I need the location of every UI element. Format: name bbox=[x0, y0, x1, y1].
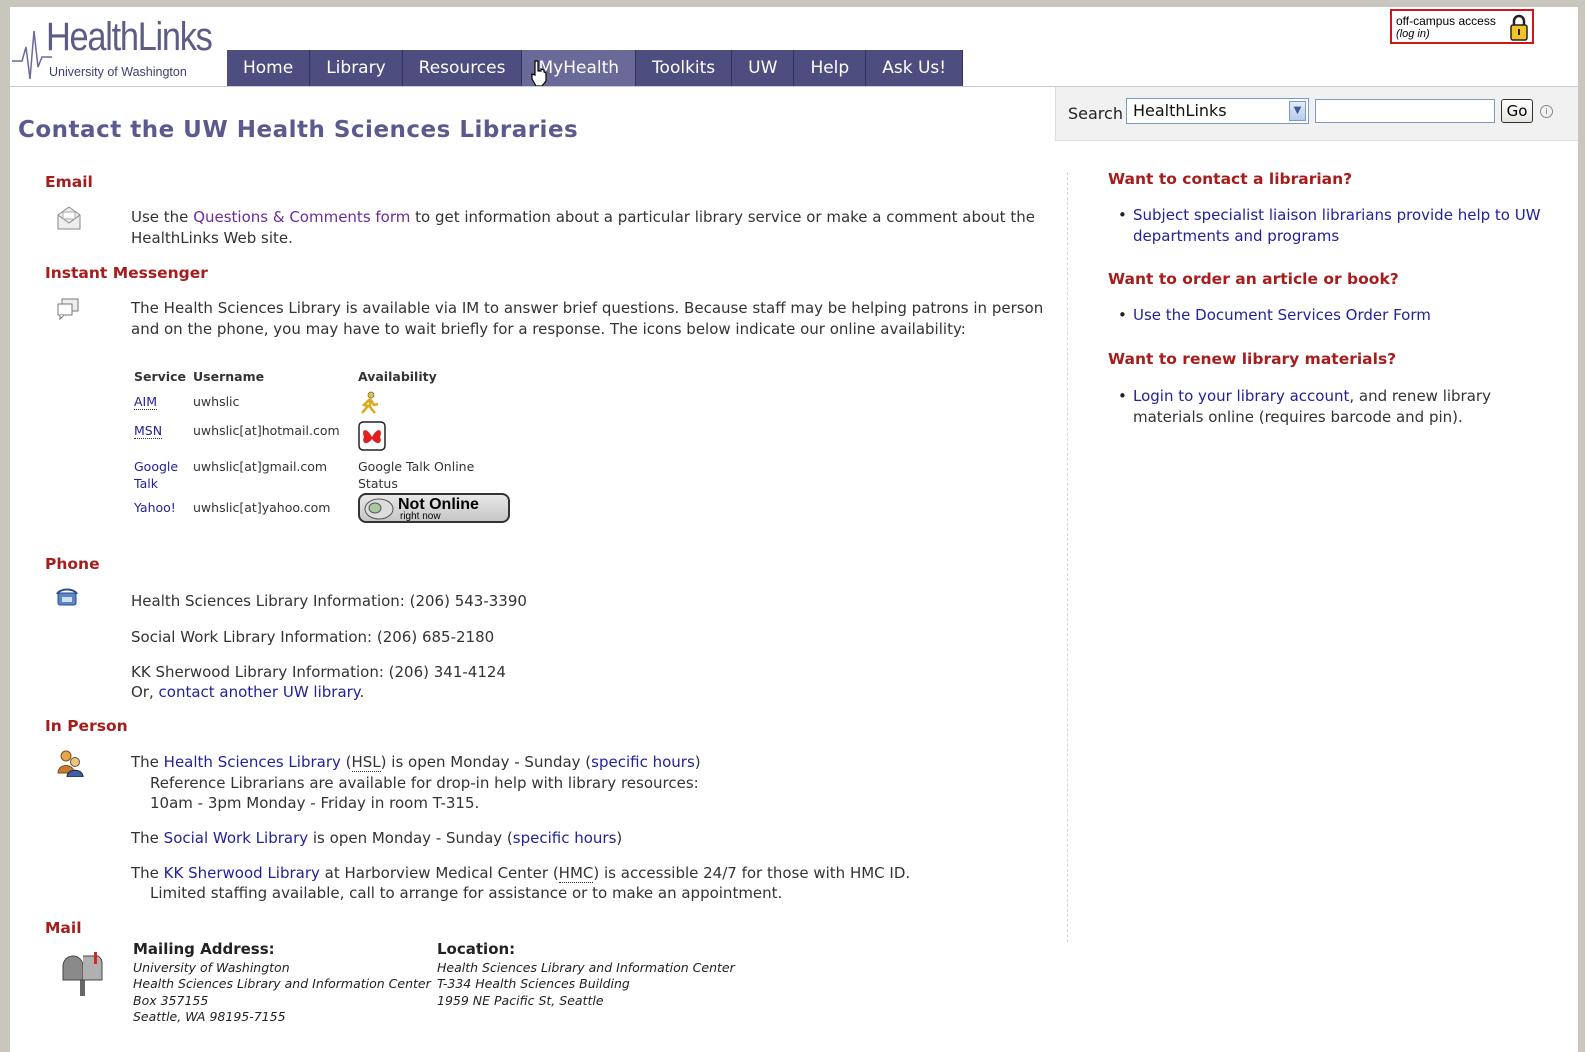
mailing-address-heading: Mailing Address: bbox=[133, 940, 275, 958]
nav-ask-us[interactable]: Ask Us! bbox=[866, 50, 964, 87]
liaison-librarians-link[interactable]: Subject specialist liaison librarians pr… bbox=[1133, 206, 1541, 245]
healthlinks-logo[interactable]: HealthLinks University of Washington bbox=[12, 15, 213, 81]
google-talk-status: Google Talk Online Status bbox=[358, 459, 475, 491]
contact-another-uw-library-link[interactable]: contact another UW library bbox=[159, 683, 360, 701]
people-icon bbox=[57, 750, 84, 777]
im-username-aim: uwhslic bbox=[193, 394, 240, 409]
off-campus-access-button[interactable]: off-campus access (log in) bbox=[1390, 9, 1534, 44]
social-work-specific-hours-link[interactable]: specific hours bbox=[513, 829, 617, 847]
im-username-msn: uwhslic[at]hotmail.com bbox=[193, 423, 340, 438]
im-service-msn-link[interactable]: MSN bbox=[134, 423, 163, 439]
table-row: AIM bbox=[134, 394, 158, 410]
off-campus-login: (log in) bbox=[1396, 28, 1430, 40]
yahoo-status-badge[interactable]: Not Online right now bbox=[358, 493, 510, 523]
chat-bubbles-icon bbox=[57, 298, 79, 321]
search-scope-select[interactable]: HealthLinks ▼ bbox=[1126, 98, 1309, 124]
in-person-social-work: The Social Work Library is open Monday -… bbox=[131, 829, 623, 847]
im-heading: Instant Messenger bbox=[45, 264, 208, 282]
phone-other-libraries: Or, contact another UW library. bbox=[131, 683, 365, 701]
phone-heading: Phone bbox=[45, 555, 100, 573]
document-services-order-form-link[interactable]: Use the Document Services Order Form bbox=[1133, 306, 1431, 324]
in-person-hsl: The Health Sciences Library (HSL) is ope… bbox=[131, 753, 701, 772]
health-sciences-library-link[interactable]: Health Sciences Library bbox=[164, 753, 341, 771]
im-col-service: Service bbox=[134, 369, 186, 384]
table-row: MSN bbox=[134, 423, 163, 439]
info-icon[interactable]: i bbox=[1540, 105, 1553, 118]
im-col-availability: Availability bbox=[358, 369, 437, 384]
list-item: Subject specialist liaison librarians pr… bbox=[1118, 205, 1553, 246]
search-scope-value: HealthLinks bbox=[1133, 101, 1227, 120]
email-heading: Email bbox=[45, 173, 93, 191]
location-heading: Location: bbox=[437, 940, 516, 958]
column-divider bbox=[1067, 172, 1068, 942]
search-input[interactable] bbox=[1315, 99, 1495, 123]
questions-comments-form-link[interactable]: Questions & Comments form bbox=[193, 208, 410, 226]
table-row: Yahoo! bbox=[134, 500, 176, 515]
in-person-heading: In Person bbox=[45, 717, 128, 735]
lock-icon bbox=[1510, 14, 1528, 41]
hsl-reference-hours: 10am - 3pm Monday - Friday in room T-315… bbox=[150, 794, 480, 812]
social-work-library-link[interactable]: Social Work Library bbox=[164, 829, 308, 847]
hmc-abbr: HMC bbox=[558, 864, 594, 883]
im-service-aim-link[interactable]: AIM bbox=[134, 394, 158, 410]
list-item: Use the Document Services Order Form bbox=[1118, 305, 1553, 326]
list-item: Login to your library account, and renew… bbox=[1118, 386, 1553, 427]
search-bar: Search HealthLinks ▼ Go i bbox=[1055, 87, 1578, 141]
main-nav: Home Library Resources MyHealth Toolkits… bbox=[227, 50, 964, 87]
mail-heading: Mail bbox=[45, 919, 82, 937]
table-row: Google Talk bbox=[134, 459, 186, 492]
hand-cursor-icon bbox=[531, 60, 547, 87]
mailbox-icon bbox=[62, 952, 103, 996]
nav-resources[interactable]: Resources bbox=[403, 50, 523, 87]
hsl-specific-hours-link[interactable]: specific hours bbox=[591, 753, 695, 771]
chevron-down-icon[interactable]: ▼ bbox=[1289, 101, 1306, 121]
nav-uw[interactable]: UW bbox=[732, 50, 795, 87]
in-person-kk-sherwood: The KK Sherwood Library at Harborview Me… bbox=[131, 864, 911, 883]
sidebar-renew-heading: Want to renew library materials? bbox=[1108, 350, 1397, 368]
telephone-icon bbox=[56, 588, 78, 606]
search-go-button[interactable]: Go bbox=[1501, 99, 1533, 123]
im-username-yahoo: uwhslic[at]yahoo.com bbox=[193, 500, 331, 515]
sidebar-contact-heading: Want to contact a librarian? bbox=[1108, 170, 1353, 188]
kk-sherwood-staffing: Limited staffing available, call to arra… bbox=[150, 884, 783, 902]
email-envelope-icon bbox=[57, 206, 81, 230]
hsl-reference-line: Reference Librarians are available for d… bbox=[150, 774, 699, 792]
im-intro: The Health Sciences Library is available… bbox=[131, 299, 1044, 338]
logo-subtitle: University of Washington bbox=[49, 65, 187, 79]
im-username-google: uwhslic[at]gmail.com bbox=[193, 459, 328, 474]
library-account-login-link[interactable]: Login to your library account bbox=[1133, 387, 1349, 405]
yahoo-status-subtext: right now bbox=[400, 511, 441, 522]
yahoo-messenger-icon bbox=[364, 498, 394, 520]
location-address: Location: Health Sciences Library and In… bbox=[437, 940, 735, 1008]
hsl-abbr: HSL bbox=[351, 753, 381, 772]
im-service-google-talk-link[interactable]: Google Talk bbox=[134, 459, 178, 491]
kk-sherwood-library-link[interactable]: KK Sherwood Library bbox=[164, 864, 320, 882]
phone-hsl: Health Sciences Library Information: (20… bbox=[131, 592, 527, 610]
im-service-yahoo-link[interactable]: Yahoo! bbox=[134, 500, 176, 515]
nav-home[interactable]: Home bbox=[227, 50, 311, 87]
sidebar-order-heading: Want to order an article or book? bbox=[1108, 270, 1399, 288]
email-text: Use the Questions & Comments form to get… bbox=[131, 208, 1035, 247]
nav-toolkits[interactable]: Toolkits bbox=[636, 50, 733, 87]
phone-social-work: Social Work Library Information: (206) 6… bbox=[131, 628, 495, 646]
nav-library[interactable]: Library bbox=[310, 50, 403, 87]
msn-butterfly-icon[interactable] bbox=[358, 421, 386, 451]
nav-help[interactable]: Help bbox=[794, 50, 867, 87]
phone-kk-sherwood: KK Sherwood Library Information: (206) 3… bbox=[131, 663, 506, 681]
logo-wordmark: HealthLinks bbox=[46, 15, 213, 59]
page-title: Contact the UW Health Sciences Libraries bbox=[18, 117, 579, 143]
aim-running-man-icon[interactable] bbox=[358, 391, 380, 415]
off-campus-label: off-campus access bbox=[1396, 14, 1496, 28]
search-label: Search bbox=[1068, 104, 1123, 123]
mailing-address: Mailing Address: University of Washingto… bbox=[133, 940, 431, 1024]
im-col-username: Username bbox=[193, 369, 265, 384]
page: HealthLinks University of Washington Hom… bbox=[10, 7, 1578, 1052]
